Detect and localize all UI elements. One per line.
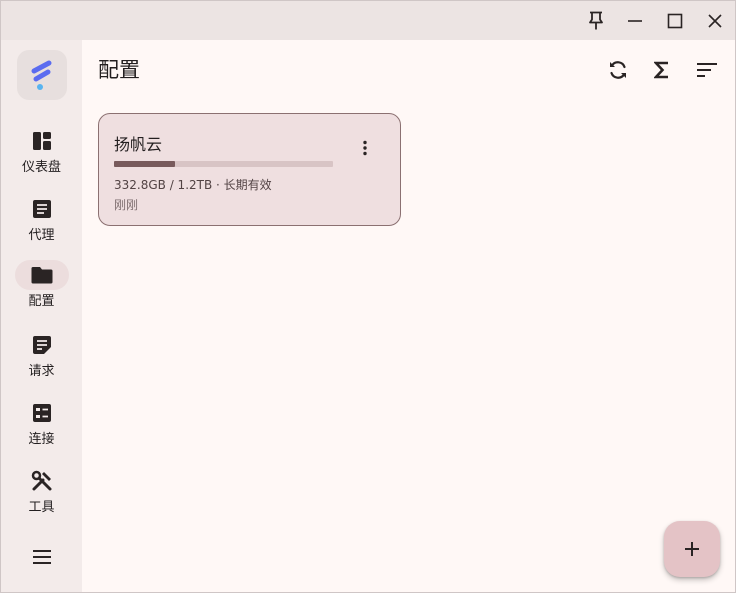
sidebar-item-tools[interactable]: 工具 bbox=[1, 464, 82, 528]
sidebar-item-profiles[interactable]: 配置 bbox=[1, 258, 82, 322]
page-title: 配置 bbox=[98, 58, 140, 82]
close-button[interactable] bbox=[695, 1, 735, 40]
sidebar: 仪表盘 代理 配置 请求 连接 工具 bbox=[1, 40, 82, 592]
sidebar-item-proxy[interactable]: 代理 bbox=[1, 192, 82, 256]
profile-name: 扬帆云 bbox=[114, 135, 163, 154]
sort-icon bbox=[697, 63, 717, 77]
tools-icon bbox=[31, 470, 51, 491]
statistics-button[interactable] bbox=[644, 53, 680, 87]
usage-progress-fill bbox=[114, 161, 175, 167]
dashboard-icon bbox=[32, 132, 51, 150]
sync-icon bbox=[610, 61, 626, 79]
logo-icon bbox=[31, 60, 52, 90]
menu-icon bbox=[33, 550, 51, 564]
minimize-icon bbox=[628, 19, 642, 22]
maximize-button[interactable] bbox=[655, 1, 695, 40]
sidebar-item-label: 仪表盘 bbox=[21, 160, 61, 175]
sidebar-item-dashboard[interactable]: 仪表盘 bbox=[1, 124, 82, 188]
usage-text: 332.8GB / 1.2TB · 长期有效 bbox=[114, 178, 272, 192]
more-vert-icon bbox=[363, 140, 367, 156]
title-bar bbox=[1, 1, 735, 40]
usage-progress-bar bbox=[114, 161, 333, 167]
sidebar-item-label: 请求 bbox=[28, 364, 55, 379]
sidebar-item-requests[interactable]: 请求 bbox=[1, 328, 82, 392]
sidebar-item-label: 工具 bbox=[28, 500, 55, 515]
updated-time: 刚刚 bbox=[114, 198, 139, 212]
folder-icon bbox=[31, 267, 52, 284]
sort-button[interactable] bbox=[689, 53, 725, 87]
profile-card[interactable]: 扬帆云 332.8GB / 1.2TB · 长期有效 刚刚 bbox=[98, 113, 401, 226]
more-options-button[interactable] bbox=[353, 136, 377, 160]
add-icon bbox=[685, 542, 699, 556]
app-window: 仪表盘 代理 配置 请求 连接 工具 配置 扬帆云 332.8GB / 1.2T… bbox=[0, 0, 736, 593]
article-icon bbox=[32, 200, 51, 218]
sync-button[interactable] bbox=[600, 53, 636, 87]
minimize-button[interactable] bbox=[615, 1, 655, 40]
connections-icon bbox=[32, 404, 51, 422]
maximize-icon bbox=[667, 13, 683, 28]
sum-icon bbox=[654, 61, 668, 79]
sidebar-item-label: 配置 bbox=[28, 294, 55, 309]
close-icon bbox=[708, 13, 722, 28]
sidebar-item-label: 代理 bbox=[28, 228, 55, 243]
sidebar-item-connections[interactable]: 连接 bbox=[1, 396, 82, 460]
notes-icon bbox=[32, 336, 51, 354]
sidebar-item-label: 连接 bbox=[28, 432, 55, 447]
pin-icon bbox=[589, 11, 603, 29]
pin-button[interactable] bbox=[576, 1, 616, 40]
menu-button[interactable] bbox=[22, 540, 62, 574]
add-profile-button[interactable] bbox=[664, 521, 720, 577]
app-logo bbox=[17, 50, 67, 100]
